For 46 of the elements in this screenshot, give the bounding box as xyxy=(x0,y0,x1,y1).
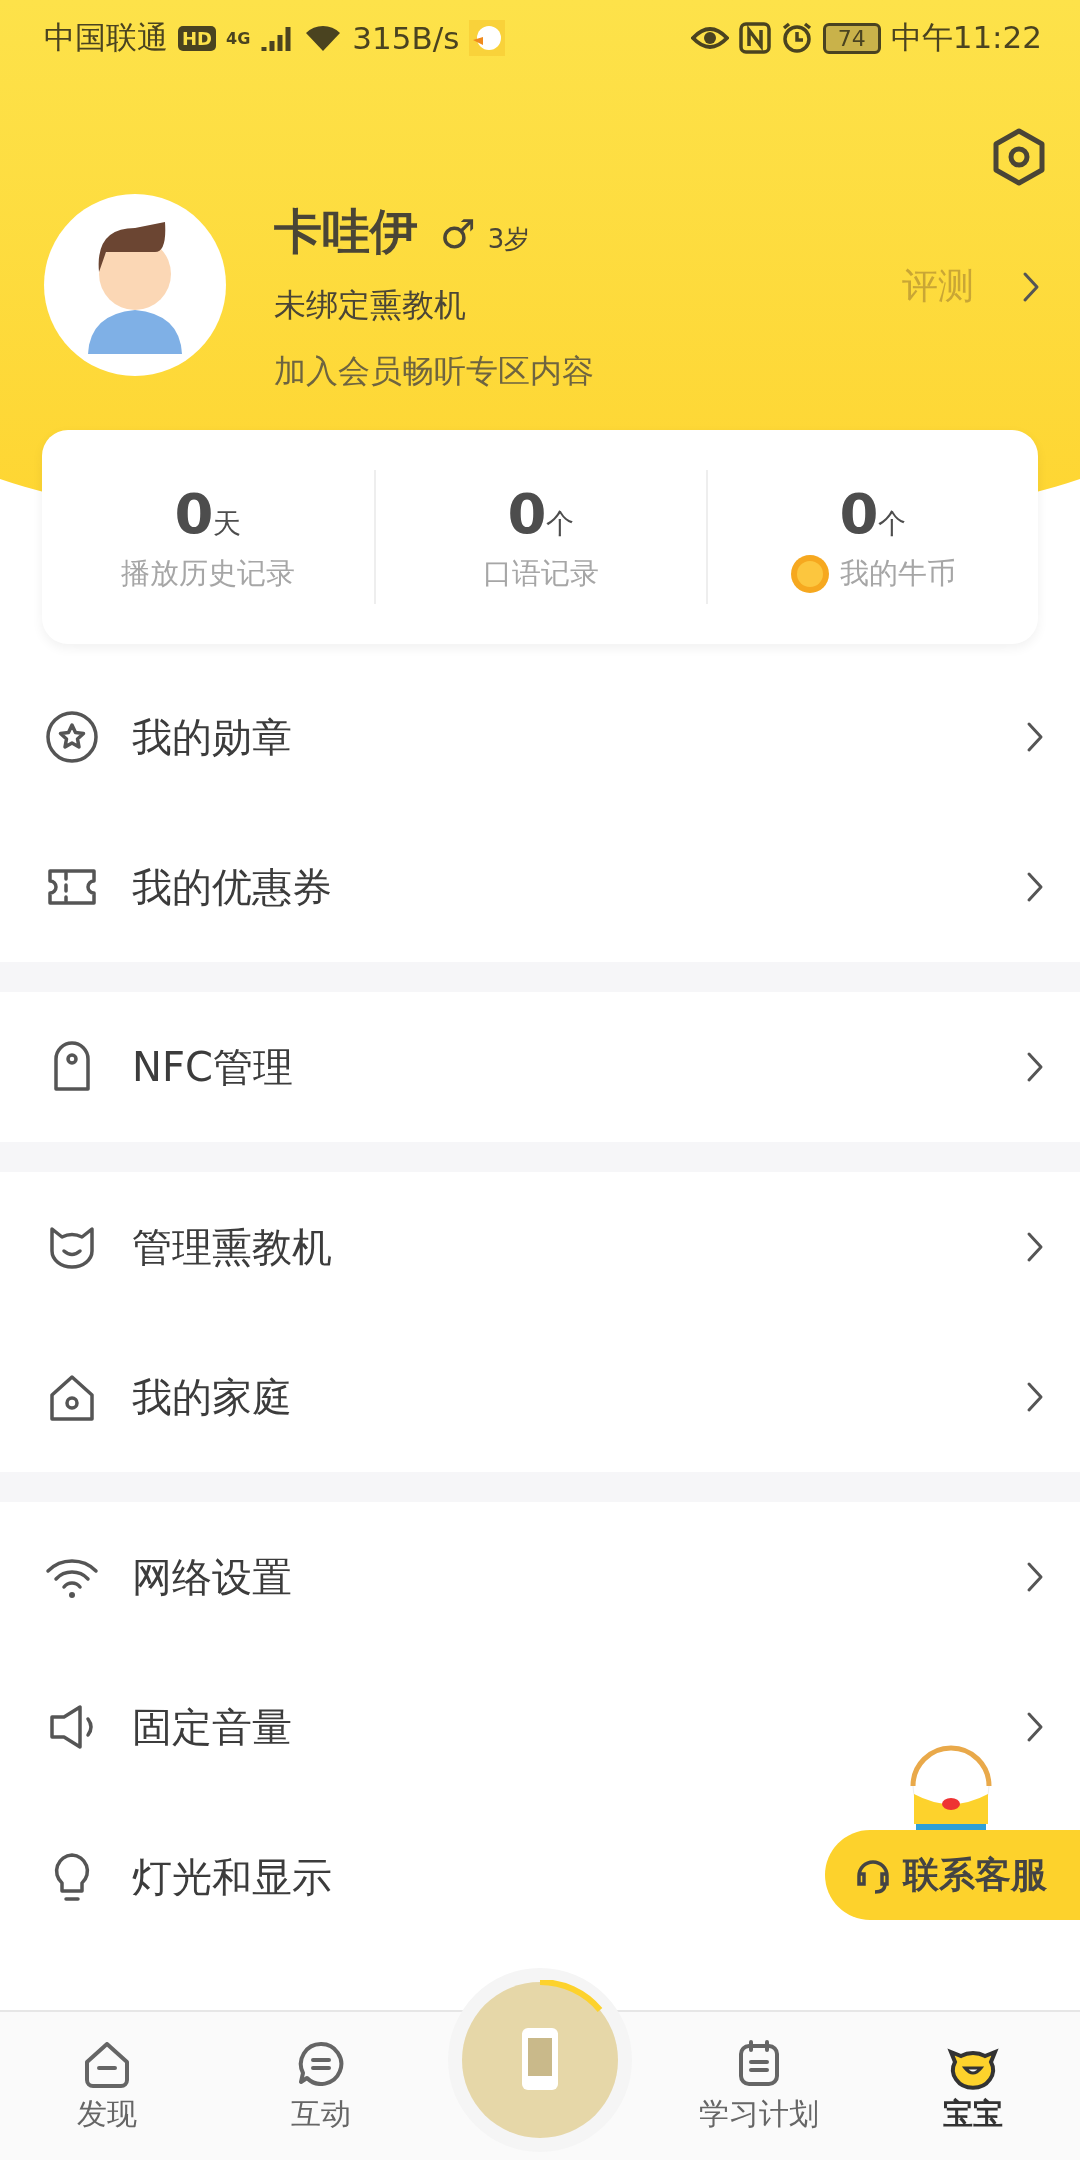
eye-icon xyxy=(690,25,729,51)
menu-item-label[interactable]: 网络设置 xyxy=(132,1549,292,1605)
chevron-icon xyxy=(1026,1561,1044,1593)
chevron-icon xyxy=(1026,721,1044,753)
nav-tab[interactable]: 互动 xyxy=(213,2012,428,2160)
nav-tab[interactable]: 发现 xyxy=(0,2012,214,2160)
gender-symbol: ♂ xyxy=(440,211,476,257)
chevron-icon xyxy=(1026,1051,1044,1083)
menu-item-label[interactable]: 我的勋章 xyxy=(132,709,292,765)
stat-unit: 个 xyxy=(546,506,575,542)
duck-app-icon xyxy=(469,20,506,56)
device-status-text: 未绑定熏教机 xyxy=(274,285,467,326)
stat-unit: 个 xyxy=(878,506,907,542)
avatar-icon[interactable] xyxy=(44,194,226,376)
stat-value: 0 xyxy=(507,480,547,546)
stat-unit: 天 xyxy=(213,505,242,542)
wifi-icon xyxy=(304,23,343,53)
stat-value: 0 xyxy=(839,480,879,546)
child-name: 卡哇伊 xyxy=(274,202,418,261)
network-type-text: 4G xyxy=(226,28,251,48)
chevron-icon xyxy=(1026,1231,1044,1263)
menu-item-label[interactable]: 灯光和显示 xyxy=(132,1849,332,1905)
nav-tab[interactable]: 宝宝 xyxy=(866,2012,1080,2160)
contact-service-button[interactable]: 联系客服 xyxy=(825,1830,1080,1920)
carrier-text: 中国联通 xyxy=(44,18,168,57)
age-text: 3岁 xyxy=(487,223,531,256)
chevron-icon xyxy=(1026,1381,1044,1413)
nfc-icon xyxy=(738,22,771,54)
chevron-icon xyxy=(1022,270,1040,303)
hd-badge: HD xyxy=(178,25,216,51)
nav-tab[interactable]: 学习计划 xyxy=(652,2012,867,2160)
coin-icon xyxy=(790,553,830,594)
menu-item-label[interactable]: 我的家庭 xyxy=(132,1369,292,1425)
menu-item-label[interactable]: NFC管理 xyxy=(132,1039,293,1095)
alarm-icon xyxy=(780,22,813,54)
menu-item-label[interactable]: 固定音量 xyxy=(132,1699,292,1755)
clock-text: 中午11:22 xyxy=(890,18,1042,57)
menu-item-label[interactable]: 我的优惠券 xyxy=(132,859,332,915)
chevron-icon xyxy=(1026,1711,1044,1743)
battery-indicator: 74 xyxy=(822,22,881,54)
network-speed-text: 315B/s xyxy=(352,20,460,56)
membership-hint[interactable]: 加入会员畅听专区内容 xyxy=(274,350,594,394)
chevron-icon xyxy=(1026,871,1044,903)
menu-item-label[interactable]: 管理熏教机 xyxy=(132,1219,332,1275)
star-badge-icon xyxy=(44,709,100,765)
stat-value: 0 xyxy=(174,480,214,546)
